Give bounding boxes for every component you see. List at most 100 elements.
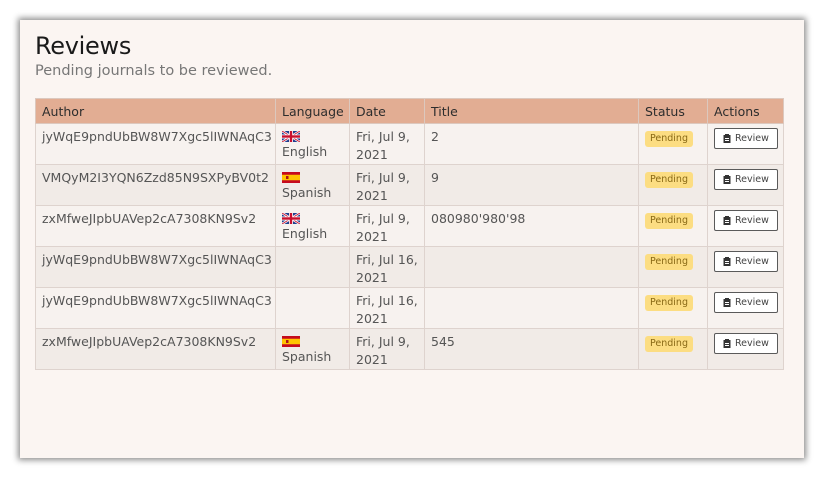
journal-title: 9: [431, 170, 439, 185]
author-cell: jyWqE9pndUbBW8W7Xgc5lIWNAqC3: [35, 123, 276, 165]
date-cell: Fri, Jul 9, 2021: [349, 164, 425, 206]
status-cell: Pending: [638, 328, 708, 370]
language-label: Spanish: [282, 349, 332, 364]
actions-cell: Review: [707, 164, 784, 206]
review-button[interactable]: Review: [714, 210, 778, 231]
date-line-2: 2021: [356, 188, 388, 203]
column-header-actions: Actions: [707, 98, 784, 124]
review-button[interactable]: Review: [714, 292, 778, 313]
table-row: zxMfweJIpbUAVep2cA7308KN9Sv2 Spanish Fri…: [35, 328, 784, 370]
table-header-row: Author Language Date Title Status Action…: [35, 98, 784, 124]
uk-flag-icon: [282, 131, 300, 142]
title-cell: 545: [424, 328, 639, 370]
language-cell: English: [275, 123, 350, 165]
page-subtitle: Pending journals to be reviewed.: [35, 63, 273, 79]
table-row: VMQyM2I3YQN6Zzd85N9SXPyBV0t2 Spanish Fri…: [35, 164, 784, 206]
clipboard-icon: [723, 175, 731, 184]
reviews-table: Author Language Date Title Status Action…: [35, 98, 784, 370]
language-cell: English: [275, 205, 350, 247]
author-id: VMQyM2I3YQN6Zzd85N9SXPyBV0t2: [42, 170, 269, 185]
status-cell: Pending: [638, 123, 708, 165]
journal-title: 545: [431, 334, 455, 349]
actions-cell: Review: [707, 246, 784, 288]
actions-cell: Review: [707, 205, 784, 247]
author-cell: zxMfweJIpbUAVep2cA7308KN9Sv2: [35, 328, 276, 370]
date-line-2: 2021: [356, 311, 388, 326]
language-cell: Spanish: [275, 328, 350, 370]
date-line-1: Fri, Jul 9,: [356, 129, 410, 144]
column-header-author[interactable]: Author: [35, 98, 276, 124]
column-header-status[interactable]: Status: [638, 98, 708, 124]
review-button[interactable]: Review: [714, 333, 778, 354]
review-button[interactable]: Review: [714, 251, 778, 272]
author-cell: jyWqE9pndUbBW8W7Xgc5lIWNAqC3: [35, 287, 276, 329]
status-cell: Pending: [638, 205, 708, 247]
language-cell: [275, 287, 350, 329]
review-button-label: Review: [735, 297, 769, 308]
date-line-1: Fri, Jul 9,: [356, 334, 410, 349]
title-cell: [424, 287, 639, 329]
language-cell: Spanish: [275, 164, 350, 206]
table-row: jyWqE9pndUbBW8W7Xgc5lIWNAqC3 Fri, Jul 16…: [35, 246, 784, 288]
title-cell: 2: [424, 123, 639, 165]
journal-title: 2: [431, 129, 439, 144]
review-button[interactable]: Review: [714, 128, 778, 149]
status-badge: Pending: [645, 295, 693, 311]
author-id: zxMfweJIpbUAVep2cA7308KN9Sv2: [42, 334, 257, 349]
date-cell: Fri, Jul 16, 2021: [349, 287, 425, 329]
clipboard-icon: [723, 298, 731, 307]
date-cell: Fri, Jul 16, 2021: [349, 246, 425, 288]
language-label: English: [282, 144, 328, 159]
table-row: zxMfweJIpbUAVep2cA7308KN9Sv2 English Fri…: [35, 205, 784, 247]
date-line-1: Fri, Jul 16,: [356, 293, 418, 308]
reviews-card: Reviews Pending journals to be reviewed.…: [20, 20, 804, 458]
review-button-label: Review: [735, 215, 769, 226]
date-line-2: 2021: [356, 270, 388, 285]
journal-title: 080980'980'98: [431, 211, 526, 226]
column-header-title[interactable]: Title: [424, 98, 639, 124]
actions-cell: Review: [707, 123, 784, 165]
review-button-label: Review: [735, 256, 769, 267]
table-row: jyWqE9pndUbBW8W7Xgc5lIWNAqC3 English Fri…: [35, 123, 784, 165]
status-badge: Pending: [645, 213, 693, 229]
review-button-label: Review: [735, 133, 769, 144]
title-cell: 9: [424, 164, 639, 206]
date-line-1: Fri, Jul 16,: [356, 252, 418, 267]
date-cell: Fri, Jul 9, 2021: [349, 205, 425, 247]
language-cell: [275, 246, 350, 288]
spain-flag-icon: [282, 336, 300, 347]
date-cell: Fri, Jul 9, 2021: [349, 123, 425, 165]
clipboard-icon: [723, 257, 731, 266]
review-button[interactable]: Review: [714, 169, 778, 190]
date-line-2: 2021: [356, 147, 388, 162]
status-badge: Pending: [645, 172, 693, 188]
uk-flag-icon: [282, 213, 300, 224]
table-body: jyWqE9pndUbBW8W7Xgc5lIWNAqC3 English Fri…: [35, 123, 784, 370]
author-id: jyWqE9pndUbBW8W7Xgc5lIWNAqC3: [42, 293, 272, 308]
spain-flag-icon: [282, 172, 300, 183]
status-badge: Pending: [645, 254, 693, 270]
date-line-1: Fri, Jul 9,: [356, 170, 410, 185]
date-line-1: Fri, Jul 9,: [356, 211, 410, 226]
title-cell: 080980'980'98: [424, 205, 639, 247]
actions-cell: Review: [707, 287, 784, 329]
clipboard-icon: [723, 216, 731, 225]
column-header-date[interactable]: Date: [349, 98, 425, 124]
author-id: jyWqE9pndUbBW8W7Xgc5lIWNAqC3: [42, 129, 272, 144]
title-cell: [424, 246, 639, 288]
clipboard-icon: [723, 134, 731, 143]
author-cell: VMQyM2I3YQN6Zzd85N9SXPyBV0t2: [35, 164, 276, 206]
author-cell: zxMfweJIpbUAVep2cA7308KN9Sv2: [35, 205, 276, 247]
table-row: jyWqE9pndUbBW8W7Xgc5lIWNAqC3 Fri, Jul 16…: [35, 287, 784, 329]
author-id: jyWqE9pndUbBW8W7Xgc5lIWNAqC3: [42, 252, 272, 267]
date-cell: Fri, Jul 9, 2021: [349, 328, 425, 370]
author-id: zxMfweJIpbUAVep2cA7308KN9Sv2: [42, 211, 257, 226]
status-cell: Pending: [638, 287, 708, 329]
actions-cell: Review: [707, 328, 784, 370]
status-badge: Pending: [645, 336, 693, 352]
language-label: Spanish: [282, 185, 332, 200]
column-header-language[interactable]: Language: [275, 98, 350, 124]
clipboard-icon: [723, 339, 731, 348]
status-cell: Pending: [638, 164, 708, 206]
date-line-2: 2021: [356, 229, 388, 244]
